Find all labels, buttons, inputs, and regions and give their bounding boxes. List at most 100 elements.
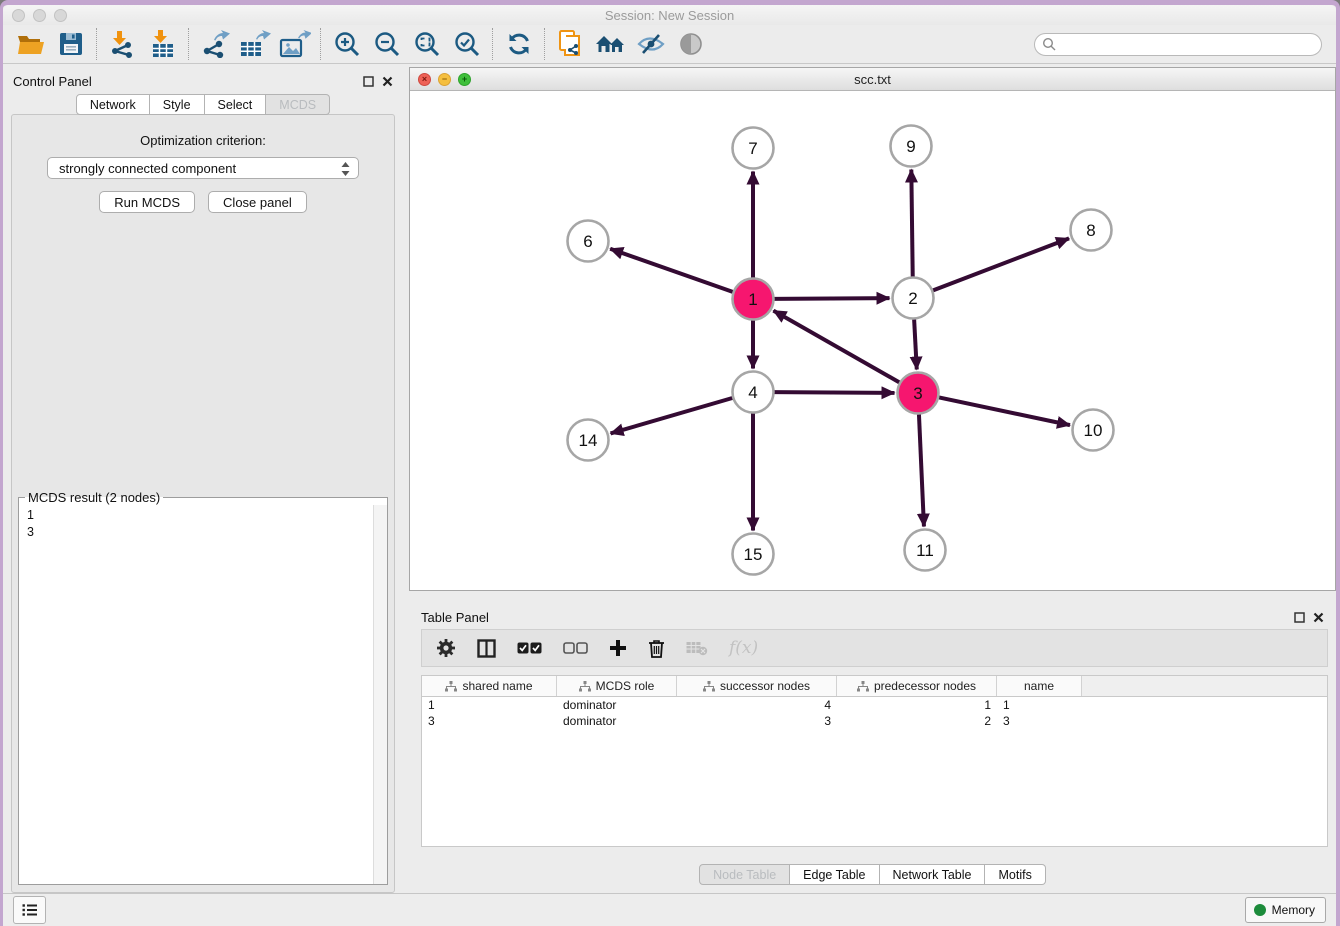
graph-node-3[interactable]: 3 — [898, 373, 939, 414]
node-table-body: 1dominator4113dominator323 — [422, 697, 1327, 729]
edge-1-to-6[interactable] — [610, 249, 733, 292]
edge-3-to-1[interactable] — [773, 311, 899, 383]
graph-node-10[interactable]: 10 — [1073, 410, 1114, 451]
table-cell[interactable]: 1 — [837, 697, 997, 713]
graph-node-7[interactable]: 7 — [733, 128, 774, 169]
show-all-networks-icon[interactable] — [591, 27, 631, 61]
export-network-icon[interactable] — [195, 27, 235, 61]
node-label: 7 — [748, 139, 757, 158]
hide-selected-icon[interactable] — [631, 27, 671, 61]
add-row-icon[interactable] — [609, 639, 627, 657]
tab-node-table[interactable]: Node Table — [699, 864, 790, 885]
show-columns-icon[interactable] — [477, 639, 496, 658]
edge-3-to-11[interactable] — [919, 414, 924, 526]
memory-button[interactable]: Memory — [1245, 897, 1326, 923]
export-image-icon[interactable] — [275, 27, 315, 61]
select-all-rows-icon[interactable] — [517, 642, 542, 654]
graph-node-11[interactable]: 11 — [905, 530, 946, 571]
column-header-successor-nodes[interactable]: successor nodes — [677, 676, 837, 696]
mcds-panel: Optimization criterion: strongly connect… — [11, 114, 395, 893]
node-label: 2 — [908, 289, 917, 308]
import-table-icon[interactable] — [143, 27, 183, 61]
table-cell[interactable]: 3 — [997, 713, 1082, 729]
import-network-icon[interactable] — [103, 27, 143, 61]
table-cell[interactable]: dominator — [557, 697, 677, 713]
graph-node-6[interactable]: 6 — [568, 221, 609, 262]
table-cell[interactable]: 1 — [422, 697, 557, 713]
search-input[interactable] — [1060, 36, 1321, 52]
table-row[interactable]: 1dominator411 — [422, 697, 1327, 713]
mcds-result-box: MCDS result (2 nodes) 13 — [18, 490, 388, 885]
export-table-icon[interactable] — [235, 27, 275, 61]
result-scrollbar[interactable] — [373, 505, 387, 884]
table-cell[interactable]: dominator — [557, 713, 677, 729]
graph-node-15[interactable]: 15 — [733, 534, 774, 575]
column-header-name[interactable]: name — [997, 676, 1082, 696]
task-history-button[interactable] — [13, 896, 46, 924]
tab-select[interactable]: Select — [205, 94, 267, 115]
minimize-network-button[interactable]: − — [438, 73, 451, 86]
duplicate-network-icon[interactable] — [551, 27, 591, 61]
edge-4-to-3[interactable] — [774, 392, 894, 393]
close-network-button[interactable]: × — [418, 73, 431, 86]
status-bar: Memory — [3, 893, 1336, 926]
network-view-window: × − + scc.txt 7968124314101511 — [409, 67, 1336, 591]
tab-style[interactable]: Style — [150, 94, 205, 115]
column-header-MCDS-role[interactable]: MCDS role — [557, 676, 677, 696]
graph-node-4[interactable]: 4 — [733, 372, 774, 413]
tab-motifs[interactable]: Motifs — [985, 864, 1045, 885]
delete-rows-icon[interactable] — [648, 639, 665, 658]
edge-1-to-2[interactable] — [774, 298, 889, 299]
float-table-panel-icon[interactable] — [1294, 612, 1305, 623]
network-canvas[interactable]: 7 9 6 8 1 2 4 3 14 10 15 11 — [410, 91, 1335, 590]
titlebar: Session: New Session — [3, 5, 1336, 25]
table-panel-title: Table Panel — [421, 610, 489, 625]
close-table-panel-icon[interactable] — [1313, 612, 1324, 623]
open-file-icon[interactable] — [11, 27, 51, 61]
close-panel-button[interactable]: Close panel — [208, 191, 307, 213]
criterion-select[interactable]: strongly connected component — [47, 157, 359, 179]
edge-3-to-10[interactable] — [939, 397, 1070, 425]
column-header-predecessor-nodes[interactable]: predecessor nodes — [837, 676, 997, 696]
zoom-in-icon[interactable] — [327, 27, 367, 61]
table-cell[interactable]: 1 — [997, 697, 1082, 713]
toolbar-separator — [188, 28, 190, 60]
table-row[interactable]: 3dominator323 — [422, 713, 1327, 729]
table-cell[interactable]: 3 — [422, 713, 557, 729]
table-cell[interactable]: 4 — [677, 697, 837, 713]
edge-4-to-14[interactable] — [611, 398, 733, 433]
tab-network-table[interactable]: Network Table — [880, 864, 986, 885]
toggle-graphics-icon[interactable] — [671, 27, 711, 61]
mcds-result-node: 1 — [27, 507, 387, 524]
node-label: 3 — [913, 384, 922, 403]
table-cell[interactable]: 2 — [837, 713, 997, 729]
deselect-all-rows-icon[interactable] — [563, 642, 588, 654]
table-cell[interactable]: 3 — [677, 713, 837, 729]
tab-edge-table[interactable]: Edge Table — [790, 864, 879, 885]
save-session-icon[interactable] — [51, 27, 91, 61]
zoom-out-icon[interactable] — [367, 27, 407, 61]
toolbar-separator — [96, 28, 98, 60]
graph-node-8[interactable]: 8 — [1071, 210, 1112, 251]
zoom-fit-icon[interactable] — [407, 27, 447, 61]
tab-mcds[interactable]: MCDS — [266, 94, 330, 115]
edge-2-to-9[interactable] — [911, 169, 912, 276]
node-label: 15 — [744, 545, 763, 564]
graph-node-14[interactable]: 14 — [568, 420, 609, 461]
graph-node-9[interactable]: 9 — [891, 126, 932, 167]
graph-node-2[interactable]: 2 — [893, 278, 934, 319]
column-header-shared-name[interactable]: shared name — [422, 676, 557, 696]
node-label: 11 — [916, 541, 934, 560]
memory-label: Memory — [1272, 903, 1315, 917]
tab-network[interactable]: Network — [76, 94, 150, 115]
edge-2-to-3[interactable] — [914, 319, 917, 369]
zoom-network-button[interactable]: + — [458, 73, 471, 86]
close-panel-icon[interactable] — [382, 76, 393, 87]
table-settings-gear-icon[interactable] — [436, 638, 456, 658]
graph-node-1[interactable]: 1 — [733, 279, 774, 320]
float-panel-icon[interactable] — [363, 76, 374, 87]
zoom-selected-icon[interactable] — [447, 27, 487, 61]
run-mcds-button[interactable]: Run MCDS — [99, 191, 195, 213]
refresh-icon[interactable] — [499, 27, 539, 61]
edge-2-to-8[interactable] — [933, 238, 1069, 290]
